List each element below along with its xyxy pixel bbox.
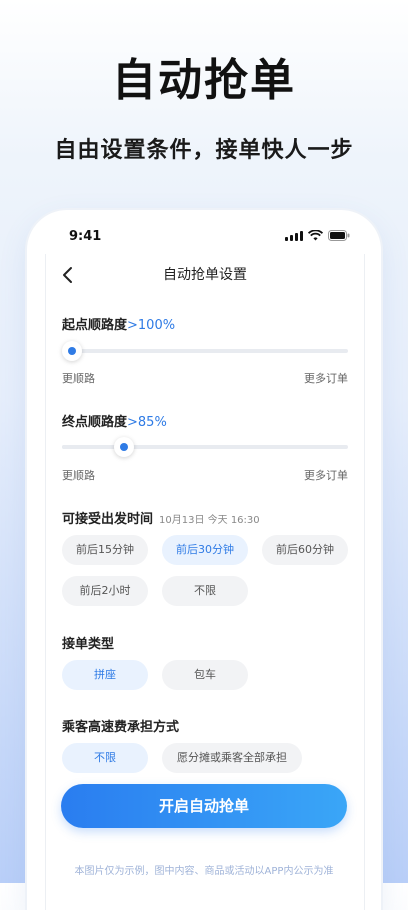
start-route-value: >100% — [127, 318, 176, 333]
start-route-max-label: 更多订单 — [304, 372, 348, 385]
start-route-knob[interactable] — [62, 341, 82, 361]
departure-label: 可接受出发时间 — [62, 512, 154, 527]
disclaimer-text: 本图片仅为示例，图中内容、商品或活动以APP内公示为准 — [74, 866, 334, 877]
end-route-knob[interactable] — [114, 437, 135, 457]
start-auto-grab-button[interactable]: 开启自动抢单 — [61, 784, 347, 828]
end-route-value: >85% — [127, 415, 167, 430]
toll-chip-any[interactable]: 不限 — [62, 743, 148, 773]
departure-chip-2h[interactable]: 前后2小时 — [62, 576, 148, 606]
battery-icon — [328, 230, 350, 241]
departure-chip-30min[interactable]: 前后30分钟 — [162, 535, 248, 565]
status-time: 9:41 — [69, 229, 102, 244]
departure-chip-60min[interactable]: 前后60分钟 — [262, 535, 348, 565]
order-type-label: 接单类型 — [62, 637, 115, 652]
departure-chip-any[interactable]: 不限 — [162, 576, 248, 606]
departure-section: 可接受出发时间 10月13日 今天 16:30 — [62, 508, 260, 527]
toll-chip-share[interactable]: 愿分摊或乘客全部承担 — [162, 743, 302, 773]
end-route-label: 终点顺路度 — [62, 415, 128, 430]
toll-label: 乘客高速费承担方式 — [62, 720, 180, 735]
end-route-max-label: 更多订单 — [304, 469, 348, 482]
order-type-chip-charter[interactable]: 包车 — [162, 660, 248, 690]
order-type-chip-carpool[interactable]: 拼座 — [62, 660, 148, 690]
promo-headline: 自动抢单 — [112, 55, 296, 106]
start-route-slider[interactable] — [62, 341, 348, 361]
promo-subline: 自由设置条件，接单快人一步 — [54, 138, 354, 163]
signal-icon — [285, 230, 303, 241]
page-title: 自动抢单设置 — [163, 267, 247, 283]
end-route-section: 终点顺路度>85% — [62, 411, 167, 430]
departure-hint: 10月13日 今天 16:30 — [159, 515, 260, 526]
end-route-min-label: 更顺路 — [62, 469, 95, 482]
start-route-min-label: 更顺路 — [62, 372, 95, 385]
start-route-label: 起点顺路度 — [62, 318, 128, 333]
status-icons — [285, 230, 350, 241]
departure-chip-15min[interactable]: 前后15分钟 — [62, 535, 148, 565]
start-route-section: 起点顺路度>100% — [62, 314, 175, 333]
wifi-icon — [308, 230, 323, 241]
end-route-slider[interactable] — [62, 437, 348, 457]
